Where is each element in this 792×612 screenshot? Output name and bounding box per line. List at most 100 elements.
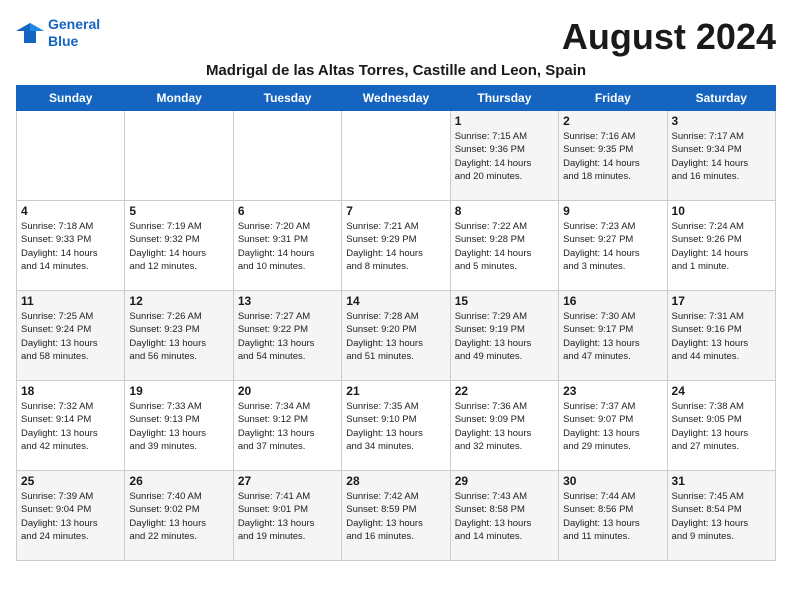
day-info: Sunrise: 7:15 AM Sunset: 9:36 PM Dayligh… xyxy=(455,130,554,183)
day-info: Sunrise: 7:31 AM Sunset: 9:16 PM Dayligh… xyxy=(672,310,771,363)
day-number: 1 xyxy=(455,114,554,128)
calendar-cell: 22 Sunrise: 7:36 AM Sunset: 9:09 PM Dayli… xyxy=(450,381,558,471)
day-number: 2 xyxy=(563,114,662,128)
day-info: Sunrise: 7:19 AM Sunset: 9:32 PM Dayligh… xyxy=(129,220,228,273)
logo-text: General Blue xyxy=(48,16,100,50)
day-number: 22 xyxy=(455,384,554,398)
day-number: 29 xyxy=(455,474,554,488)
calendar-cell: 29 Sunrise: 7:43 AM Sunset: 8:58 PM Dayli… xyxy=(450,471,558,561)
calendar-cell: 1 Sunrise: 7:15 AM Sunset: 9:36 PM Daylig… xyxy=(450,111,558,201)
day-number: 8 xyxy=(455,204,554,218)
calendar-cell: 26 Sunrise: 7:40 AM Sunset: 9:02 PM Dayli… xyxy=(125,471,233,561)
day-info: Sunrise: 7:38 AM Sunset: 9:05 PM Dayligh… xyxy=(672,400,771,453)
day-info: Sunrise: 7:33 AM Sunset: 9:13 PM Dayligh… xyxy=(129,400,228,453)
day-number: 28 xyxy=(346,474,445,488)
calendar-cell: 9 Sunrise: 7:23 AM Sunset: 9:27 PM Daylig… xyxy=(559,201,667,291)
calendar-cell: 27Sunrise: 7:41 AM Sunset: 9:01 PM Dayli… xyxy=(233,471,341,561)
day-header-saturday: Saturday xyxy=(667,86,775,111)
calendar-cell xyxy=(17,111,125,201)
day-number: 21 xyxy=(346,384,445,398)
day-info: Sunrise: 7:16 AM Sunset: 9:35 PM Dayligh… xyxy=(563,130,662,183)
logo-icon xyxy=(16,21,44,45)
day-number: 18 xyxy=(21,384,120,398)
day-header-monday: Monday xyxy=(125,86,233,111)
day-info: Sunrise: 7:29 AM Sunset: 9:19 PM Dayligh… xyxy=(455,310,554,363)
day-info: Sunrise: 7:22 AM Sunset: 9:28 PM Dayligh… xyxy=(455,220,554,273)
day-number: 25 xyxy=(21,474,120,488)
day-info: Sunrise: 7:20 AM Sunset: 9:31 PM Dayligh… xyxy=(238,220,337,273)
calendar-cell: 11 Sunrise: 7:25 AM Sunset: 9:24 PM Dayli… xyxy=(17,291,125,381)
day-header-thursday: Thursday xyxy=(450,86,558,111)
day-number: 11 xyxy=(21,294,120,308)
day-number: 12 xyxy=(129,294,228,308)
week-row-5: 25 Sunrise: 7:39 AM Sunset: 9:04 PM Dayli… xyxy=(17,471,776,561)
page-subtitle: Madrigal de las Altas Torres, Castille a… xyxy=(16,62,776,79)
calendar-table: SundayMondayTuesdayWednesdayThursdayFrid… xyxy=(16,85,776,561)
day-number: 19 xyxy=(129,384,228,398)
day-info: Sunrise: 7:30 AM Sunset: 9:17 PM Dayligh… xyxy=(563,310,662,363)
calendar-cell: 13Sunrise: 7:27 AM Sunset: 9:22 PM Dayli… xyxy=(233,291,341,381)
day-number: 31 xyxy=(672,474,771,488)
calendar-cell: 4 Sunrise: 7:18 AM Sunset: 9:33 PM Daylig… xyxy=(17,201,125,291)
day-number: 5 xyxy=(129,204,228,218)
day-number: 3 xyxy=(672,114,771,128)
day-number: 30 xyxy=(563,474,662,488)
calendar-cell: 8 Sunrise: 7:22 AM Sunset: 9:28 PM Daylig… xyxy=(450,201,558,291)
calendar-cell: 24 Sunrise: 7:38 AM Sunset: 9:05 PM Dayli… xyxy=(667,381,775,471)
day-info: Sunrise: 7:23 AM Sunset: 9:27 PM Dayligh… xyxy=(563,220,662,273)
calendar-cell: 7Sunrise: 7:21 AM Sunset: 9:29 PM Daylig… xyxy=(342,201,450,291)
day-info: Sunrise: 7:39 AM Sunset: 9:04 PM Dayligh… xyxy=(21,490,120,543)
calendar-cell xyxy=(125,111,233,201)
calendar-cell: 17 Sunrise: 7:31 AM Sunset: 9:16 PM Dayli… xyxy=(667,291,775,381)
calendar-cell: 25 Sunrise: 7:39 AM Sunset: 9:04 PM Dayli… xyxy=(17,471,125,561)
calendar-cell: 5 Sunrise: 7:19 AM Sunset: 9:32 PM Daylig… xyxy=(125,201,233,291)
day-number: 27 xyxy=(238,474,337,488)
day-number: 16 xyxy=(563,294,662,308)
day-number: 10 xyxy=(672,204,771,218)
day-number: 4 xyxy=(21,204,120,218)
day-number: 26 xyxy=(129,474,228,488)
day-number: 15 xyxy=(455,294,554,308)
calendar-cell: 28Sunrise: 7:42 AM Sunset: 8:59 PM Dayli… xyxy=(342,471,450,561)
day-number: 24 xyxy=(672,384,771,398)
logo: General Blue xyxy=(16,16,100,50)
day-number: 9 xyxy=(563,204,662,218)
day-info: Sunrise: 7:37 AM Sunset: 9:07 PM Dayligh… xyxy=(563,400,662,453)
month-title: August 2024 xyxy=(562,16,776,58)
day-info: Sunrise: 7:24 AM Sunset: 9:26 PM Dayligh… xyxy=(672,220,771,273)
calendar-cell: 21 Sunrise: 7:35 AM Sunset: 9:10 PM Dayli… xyxy=(342,381,450,471)
day-number: 14 xyxy=(346,294,445,308)
day-header-wednesday: Wednesday xyxy=(342,86,450,111)
calendar-cell: 3 Sunrise: 7:17 AM Sunset: 9:34 PM Daylig… xyxy=(667,111,775,201)
calendar-cell: 6 Sunrise: 7:20 AM Sunset: 9:31 PM Daylig… xyxy=(233,201,341,291)
day-number: 13 xyxy=(238,294,337,308)
day-info: Sunrise: 7:43 AM Sunset: 8:58 PM Dayligh… xyxy=(455,490,554,543)
week-row-4: 18 Sunrise: 7:32 AM Sunset: 9:14 PM Dayli… xyxy=(17,381,776,471)
day-info: Sunrise: 7:25 AM Sunset: 9:24 PM Dayligh… xyxy=(21,310,120,363)
day-info: Sunrise: 7:28 AM Sunset: 9:20 PM Dayligh… xyxy=(346,310,445,363)
day-number: 7 xyxy=(346,204,445,218)
day-info: Sunrise: 7:40 AM Sunset: 9:02 PM Dayligh… xyxy=(129,490,228,543)
day-info: Sunrise: 7:32 AM Sunset: 9:14 PM Dayligh… xyxy=(21,400,120,453)
calendar-cell: 20Sunrise: 7:34 AM Sunset: 9:12 PM Dayli… xyxy=(233,381,341,471)
calendar-cell xyxy=(342,111,450,201)
calendar-cell: 12Sunrise: 7:26 AM Sunset: 9:23 PM Dayli… xyxy=(125,291,233,381)
day-info: Sunrise: 7:18 AM Sunset: 9:33 PM Dayligh… xyxy=(21,220,120,273)
day-info: Sunrise: 7:17 AM Sunset: 9:34 PM Dayligh… xyxy=(672,130,771,183)
calendar-cell: 18 Sunrise: 7:32 AM Sunset: 9:14 PM Dayli… xyxy=(17,381,125,471)
day-info: Sunrise: 7:34 AM Sunset: 9:12 PM Dayligh… xyxy=(238,400,337,453)
day-header-tuesday: Tuesday xyxy=(233,86,341,111)
day-info: Sunrise: 7:35 AM Sunset: 9:10 PM Dayligh… xyxy=(346,400,445,453)
day-header-sunday: Sunday xyxy=(17,86,125,111)
calendar-cell: 23Sunrise: 7:37 AM Sunset: 9:07 PM Dayli… xyxy=(559,381,667,471)
day-info: Sunrise: 7:36 AM Sunset: 9:09 PM Dayligh… xyxy=(455,400,554,453)
day-info: Sunrise: 7:45 AM Sunset: 8:54 PM Dayligh… xyxy=(672,490,771,543)
week-row-3: 11 Sunrise: 7:25 AM Sunset: 9:24 PM Dayli… xyxy=(17,291,776,381)
week-row-2: 4 Sunrise: 7:18 AM Sunset: 9:33 PM Daylig… xyxy=(17,201,776,291)
day-number: 17 xyxy=(672,294,771,308)
day-number: 6 xyxy=(238,204,337,218)
calendar-cell: 30Sunrise: 7:44 AM Sunset: 8:56 PM Dayli… xyxy=(559,471,667,561)
header: General Blue August 2024 xyxy=(16,16,776,58)
calendar-cell: 16 Sunrise: 7:30 AM Sunset: 9:17 PM Dayli… xyxy=(559,291,667,381)
day-headers: SundayMondayTuesdayWednesdayThursdayFrid… xyxy=(17,86,776,111)
